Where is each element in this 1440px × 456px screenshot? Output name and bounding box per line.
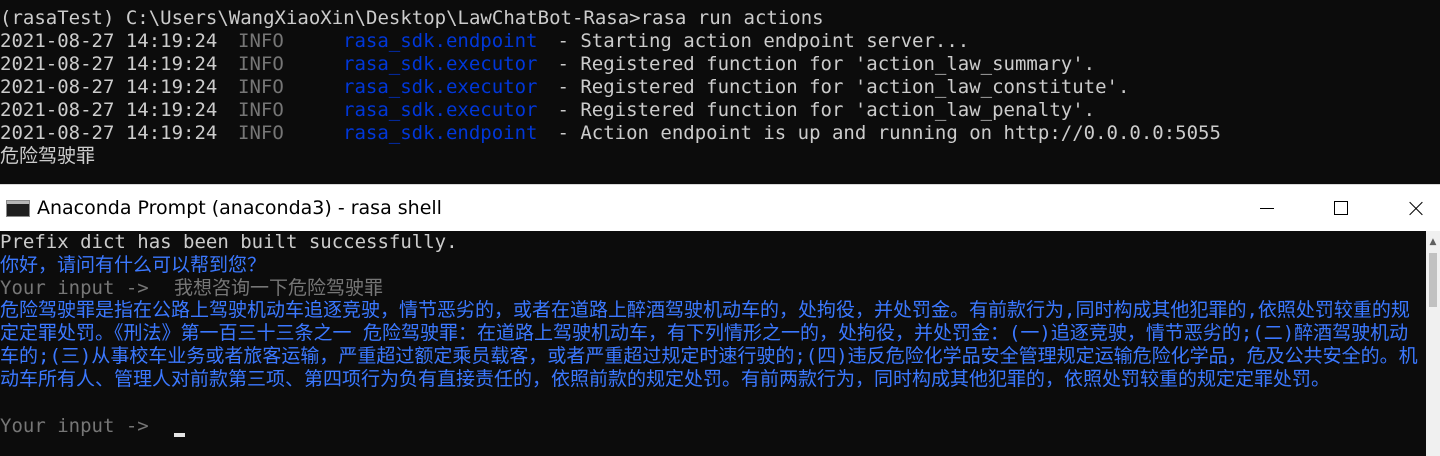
log-logger: rasa_sdk.executor <box>343 76 538 98</box>
log-line: 2021-08-27 14:19:24 INFO rasa_sdk.execut… <box>0 99 1440 122</box>
user-message: 我想咨询一下危险驾驶罪 <box>174 277 384 299</box>
input-prompt: Your input -> <box>0 415 161 437</box>
log-last-line: 危险驾驶罪 <box>0 145 96 167</box>
log-level: INFO <box>238 122 284 144</box>
maximize-button[interactable] <box>1304 185 1378 232</box>
log-logger: rasa_sdk.executor <box>343 99 538 121</box>
log-line: 2021-08-27 14:19:24 INFO rasa_sdk.endpoi… <box>0 122 1440 145</box>
log-line: 2021-08-27 14:19:24 INFO rasa_sdk.execut… <box>0 53 1440 76</box>
shell-terminal[interactable]: Prefix dict has been built successfully.… <box>0 231 1426 456</box>
log-level: INFO <box>238 76 284 98</box>
log-message: - Action endpoint is up and running on h… <box>546 122 1221 144</box>
log-timestamp: 2021-08-27 14:19:24 <box>0 99 218 121</box>
actions-terminal[interactable]: (rasaTest) C:\Users\WangXiaoXin\Desktop\… <box>0 0 1440 184</box>
log-logger: rasa_sdk.endpoint <box>343 122 538 144</box>
close-button[interactable] <box>1378 185 1440 232</box>
log-message: - Starting action endpoint server... <box>546 30 970 52</box>
console-icon <box>6 200 30 217</box>
command-line: (rasaTest) C:\Users\WangXiaoXin\Desktop\… <box>0 7 824 29</box>
scroll-thumb[interactable] <box>1429 253 1437 307</box>
text-cursor <box>174 433 185 437</box>
log-timestamp: 2021-08-27 14:19:24 <box>0 53 218 75</box>
log-level: INFO <box>238 99 284 121</box>
log-line: 2021-08-27 14:19:24 INFO rasa_sdk.endpoi… <box>0 30 1440 53</box>
window-title: Anaconda Prompt (anaconda3) - rasa shell <box>37 197 442 219</box>
prefix-dict-line: Prefix dict has been built successfully. <box>0 231 458 253</box>
window-titlebar[interactable]: Anaconda Prompt (anaconda3) - rasa shell <box>0 184 1440 232</box>
bot-response: 危险驾驶罪是指在公路上驾驶机动车追逐竞驶，情节恶劣的，或者在道路上醉酒驾驶机动车… <box>0 299 1418 390</box>
log-message: - Registered function for 'action_law_su… <box>546 53 1096 75</box>
log-message: - Registered function for 'action_law_pe… <box>546 99 1096 121</box>
minimize-button[interactable] <box>1230 185 1304 232</box>
scroll-up-arrow-icon[interactable]: ▲ <box>1426 235 1440 249</box>
input-line-2[interactable]: Your input -> <box>0 415 1426 438</box>
log-message: - Registered function for 'action_law_co… <box>546 76 1130 98</box>
log-logger: rasa_sdk.endpoint <box>343 30 538 52</box>
log-level: INFO <box>238 53 284 75</box>
vertical-scrollbar[interactable]: ▲ <box>1426 231 1440 456</box>
log-line: 2021-08-27 14:19:24 INFO rasa_sdk.execut… <box>0 76 1440 99</box>
log-timestamp: 2021-08-27 14:19:24 <box>0 122 218 144</box>
input-prompt: Your input -> <box>0 277 172 299</box>
input-line-1: Your input -> 我想咨询一下危险驾驶罪 <box>0 277 1426 300</box>
log-logger: rasa_sdk.executor <box>343 53 538 75</box>
log-timestamp: 2021-08-27 14:19:24 <box>0 30 218 52</box>
log-level: INFO <box>238 30 284 52</box>
log-timestamp: 2021-08-27 14:19:24 <box>0 76 218 98</box>
bot-greeting: 你好，请问有什么可以帮到您？ <box>0 254 267 276</box>
